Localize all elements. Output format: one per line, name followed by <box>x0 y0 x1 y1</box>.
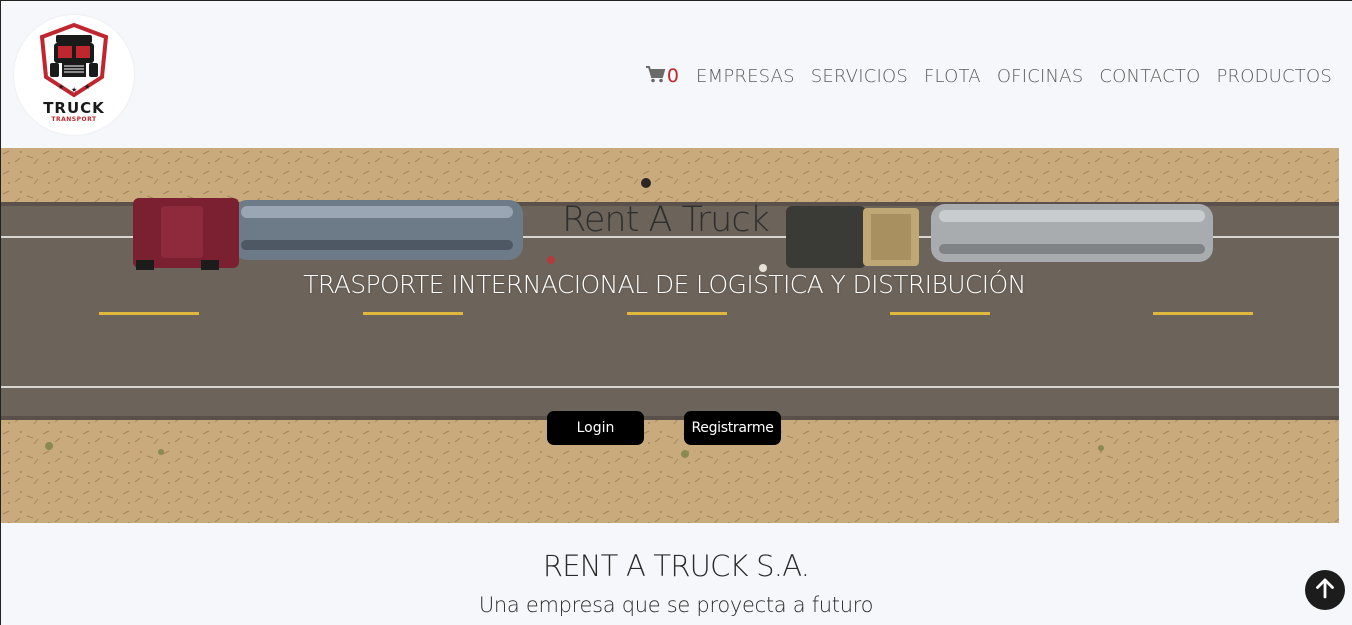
logo[interactable]: ★ ★ ★ TRUCK TRANSPORT <box>14 15 134 135</box>
nav-contacto[interactable]: CONTACTO <box>1099 66 1200 87</box>
hero-banner: Rent A Truck TRASPORTE INTERNACIONAL DE … <box>1 148 1339 523</box>
svg-text:★: ★ <box>58 83 64 91</box>
cart-icon <box>645 65 666 88</box>
nav-empresas[interactable]: EMPRESAS <box>696 66 795 87</box>
nav-flota[interactable]: FLOTA <box>924 66 981 87</box>
nav-oficinas[interactable]: OFICINAS <box>997 66 1084 87</box>
login-button[interactable]: Login <box>547 411 644 445</box>
cart-count: 0 <box>666 65 680 87</box>
site-header: ★ ★ ★ TRUCK TRANSPORT 0 EMPRESAS SERVICI… <box>1 1 1352 148</box>
hero-subtitle: TRASPORTE INTERNACIONAL DE LOGISTICA Y D… <box>303 270 1026 299</box>
nav-servicios[interactable]: SERVICIOS <box>811 66 908 87</box>
nav-productos[interactable]: PRODUCTOS <box>1216 66 1332 87</box>
scroll-to-top-button[interactable] <box>1305 570 1345 610</box>
hero-title: Rent A Truck <box>562 200 770 240</box>
company-title: RENT A TRUCK S.A. <box>542 549 810 583</box>
main-nav: 0 EMPRESAS SERVICIOS FLOTA OFICINAS CONT… <box>645 63 1332 89</box>
company-tagline: Una empresa que se proyecta a futuro <box>478 593 874 617</box>
register-button[interactable]: Registrarme <box>684 411 781 445</box>
svg-text:★: ★ <box>84 83 90 91</box>
logo-subtitle: TRANSPORT <box>51 116 97 123</box>
cart-button[interactable]: 0 <box>645 65 679 88</box>
arrow-up-icon <box>1313 576 1337 605</box>
logo-title: TRUCK <box>43 99 105 117</box>
svg-text:★: ★ <box>71 86 77 94</box>
